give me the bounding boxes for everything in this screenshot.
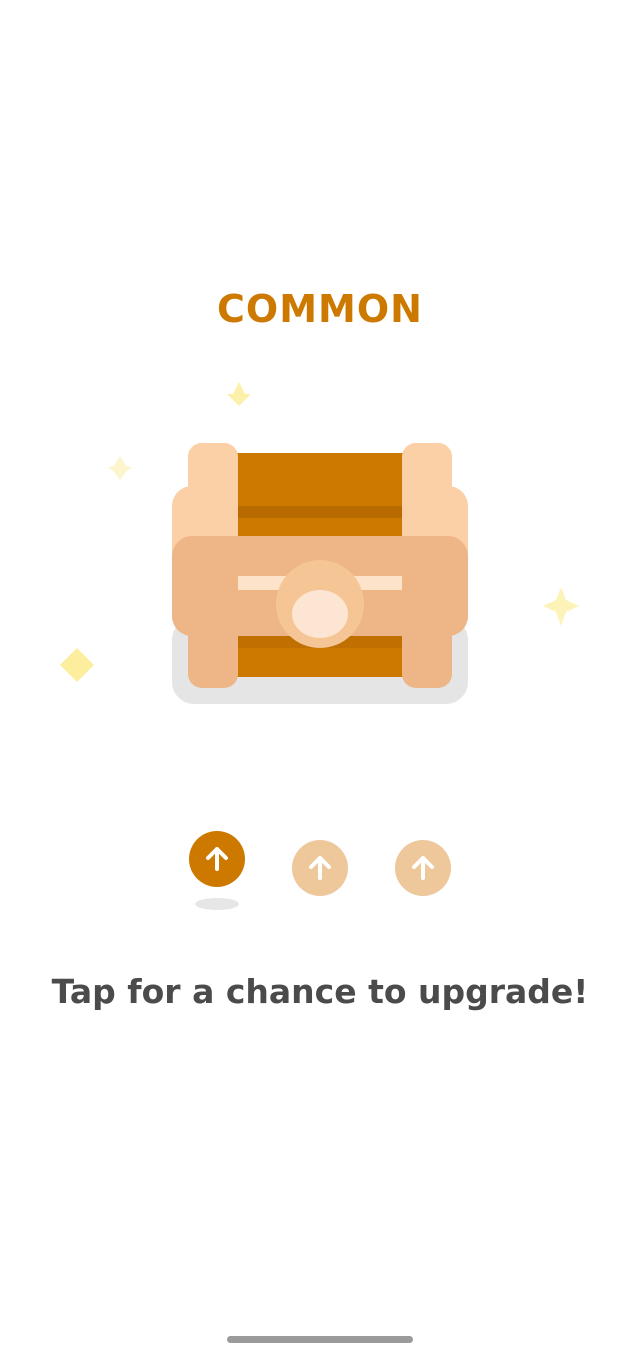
upgrade-hint: Tap for a chance to upgrade!	[51, 972, 589, 1011]
sparkle-icon	[60, 648, 94, 682]
sparkle-icon	[543, 587, 579, 626]
upgrade-button-shadow	[195, 898, 239, 910]
upgrade-button-2[interactable]	[292, 840, 348, 896]
arrow-up-icon	[412, 856, 434, 880]
home-indicator[interactable]	[227, 1336, 413, 1343]
rarity-title: COMMON	[217, 287, 423, 331]
chest-plank-line	[228, 506, 412, 518]
upgrade-buttons	[0, 826, 640, 926]
upgrade-button-1[interactable]	[189, 831, 245, 887]
sparkle-icon	[108, 456, 132, 480]
chest-illustration[interactable]	[0, 360, 640, 740]
sparkle-icon	[227, 382, 251, 406]
upgrade-button-3[interactable]	[395, 840, 451, 896]
arrow-up-icon	[309, 856, 331, 880]
chest-lock-inner	[292, 590, 348, 638]
arrow-up-icon	[206, 847, 228, 871]
